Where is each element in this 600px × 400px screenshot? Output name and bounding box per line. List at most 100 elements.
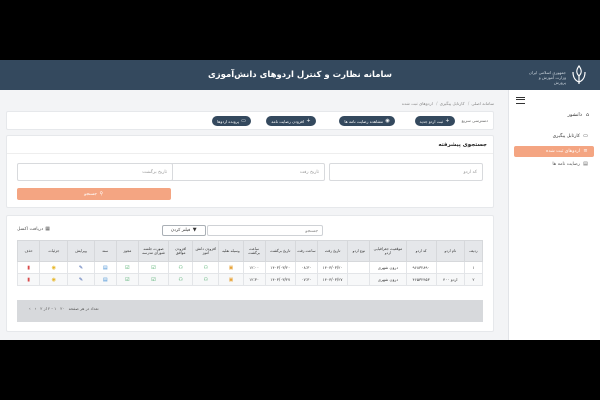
- add-student-cell[interactable]: ⚇: [192, 273, 220, 286]
- add-approver-cell[interactable]: ⚇: [168, 261, 194, 274]
- camp-files-button[interactable]: ▭ پرونده اردوها: [212, 116, 251, 126]
- vehicle-icon[interactable]: ▣: [229, 277, 234, 283]
- permit-cell[interactable]: ☑: [115, 261, 139, 274]
- trash-icon[interactable]: ▮: [27, 265, 30, 271]
- sidebar-item-label: اردوهای ثبت شده: [546, 149, 580, 154]
- folder-icon: ▭: [241, 117, 246, 124]
- camp-code: ۹۶۸۳۲۸۹۰: [405, 261, 437, 274]
- column-header: وسیله نقلیه: [218, 240, 244, 262]
- permit-check-icon[interactable]: ☑: [125, 265, 129, 271]
- add-consent-button[interactable]: + افزودن رضایت نامه: [266, 116, 316, 126]
- return-date: ۱۴۰۳/۰۳/۲۰: [264, 261, 296, 274]
- advanced-search-panel: جستجوی پیشرفته کد اردو تاریخ رفت تاریخ ب…: [6, 135, 494, 208]
- edit-cell[interactable]: ✎: [67, 261, 95, 274]
- rows-per-page-select[interactable]: ۲۰: [60, 306, 64, 311]
- departure-date: ۱۴۰۳/۰۳/۲۷: [316, 273, 349, 286]
- table-row: ۲ اردو ۴۰۰ ۴۶۵۳۲۴۵۳ درون شهری ۱۴۰۳/۰۳/۲۷…: [16, 273, 484, 286]
- edit-cell[interactable]: ✎: [67, 273, 95, 286]
- button-label: جستجو: [84, 191, 97, 197]
- permit-check-icon[interactable]: ☑: [125, 277, 129, 283]
- sidebar-user-label: دانشور: [567, 112, 582, 118]
- camp-code-input[interactable]: کد اردو: [329, 163, 483, 181]
- camp-name: [435, 261, 465, 274]
- document-cell[interactable]: ▤: [93, 273, 117, 286]
- minutes-cell[interactable]: ☑: [137, 261, 170, 274]
- filter-button[interactable]: ▼ فیلتر کردن: [162, 225, 206, 236]
- column-header: جزئیات: [39, 240, 69, 262]
- permit-cell[interactable]: ☑: [115, 273, 139, 286]
- sidebar-user[interactable]: ⌂ دانشور: [568, 112, 590, 118]
- next-page-icon[interactable]: ›: [29, 306, 31, 311]
- delete-cell[interactable]: ▮: [16, 261, 41, 274]
- column-header: نام اردو: [435, 240, 465, 262]
- button-label: ثبت اردو جدید: [419, 118, 443, 124]
- button-label: مشاهده رضایت نامه ها: [344, 118, 383, 124]
- camp-location: درون شهری: [369, 273, 407, 286]
- column-header: افزودن دانش آموز: [192, 240, 220, 262]
- minutes-cell[interactable]: ☑: [137, 273, 170, 286]
- row-number: ۱: [463, 261, 484, 274]
- sidebar: ⌂ دانشور ▭ کارتابل پیگیری ≡ اردوهای ثبت …: [508, 90, 600, 340]
- table-search-input[interactable]: جستجو: [207, 225, 323, 236]
- button-label: دریافت اکسل: [17, 227, 44, 232]
- details-cell[interactable]: ◉: [39, 261, 69, 274]
- trash-icon[interactable]: ▮: [27, 277, 30, 283]
- sidebar-item-consent-forms[interactable]: ▤ رضایت نامه ها: [514, 159, 594, 170]
- pencil-icon[interactable]: ✎: [79, 277, 83, 283]
- details-cell[interactable]: ◉: [39, 273, 69, 286]
- add-approver-icon[interactable]: ⚇: [178, 277, 182, 283]
- eye-icon[interactable]: ◉: [52, 265, 56, 271]
- table-footer: تعداد در هر صفحه ۲۰ ۱ - ۲ از ۲ ‹ ›: [17, 300, 483, 322]
- menu-toggle-icon[interactable]: [516, 97, 525, 104]
- pencil-icon[interactable]: ✎: [79, 265, 83, 271]
- delete-cell[interactable]: ▮: [16, 273, 41, 286]
- return-date-input[interactable]: تاریخ برگشت: [17, 163, 173, 181]
- vehicle-icon[interactable]: ▣: [229, 265, 234, 271]
- camp-type: [347, 261, 371, 274]
- excel-export-button[interactable]: ▦ دریافت اکسل: [17, 226, 51, 233]
- sidebar-item-cartable[interactable]: ▭ کارتابل پیگیری: [514, 131, 594, 142]
- sidebar-item-registered-camps[interactable]: ≡ اردوهای ثبت شده: [514, 146, 594, 157]
- excel-file-icon: ▦: [45, 226, 51, 232]
- new-camp-button[interactable]: + ثبت اردو جدید: [414, 116, 455, 126]
- button-label: فیلتر کردن: [170, 228, 191, 233]
- search-button[interactable]: ⚲ جستجو: [17, 188, 171, 200]
- page-range: ۱ - ۲ از ۲: [40, 306, 57, 311]
- departure-date-input[interactable]: تاریخ رفت: [169, 163, 325, 181]
- minutes-check-icon[interactable]: ☑: [151, 277, 155, 283]
- camps-table: ردیف نام اردو کد اردو موقعیت جغرافیایی ا…: [16, 240, 484, 286]
- add-student-cell[interactable]: ⚇: [192, 261, 220, 274]
- camp-code: ۴۶۵۳۲۴۵۳: [405, 273, 437, 286]
- document-icon[interactable]: ▤: [103, 277, 108, 283]
- prev-page-icon[interactable]: ‹: [35, 306, 37, 311]
- quick-access-label: دسترسی سریع: [461, 118, 489, 123]
- add-student-icon[interactable]: ⚇: [204, 277, 208, 283]
- departure-time: ۰۷:۳۰: [294, 273, 318, 286]
- column-header: صورت جلسه شورای مدرسه: [137, 240, 170, 262]
- minutes-check-icon[interactable]: ☑: [151, 265, 155, 271]
- column-header: ویرایش: [67, 240, 95, 262]
- table-header-row: ردیف نام اردو کد اردو موقعیت جغرافیایی ا…: [16, 240, 484, 262]
- column-header: سند: [93, 240, 117, 262]
- document-icon: ▤: [583, 161, 588, 167]
- app-title: سامانه نظارت و کنترل اردوهای دانش‌آموزی: [207, 70, 393, 80]
- add-approver-cell[interactable]: ⚇: [168, 273, 194, 286]
- eye-icon[interactable]: ◉: [52, 277, 56, 283]
- sidebar-item-label: کارتابل پیگیری: [552, 134, 580, 139]
- column-header: کد اردو: [405, 240, 437, 262]
- view-consents-button[interactable]: ◉ مشاهده رضایت نامه ها: [339, 116, 395, 126]
- eye-icon: ◉: [385, 117, 390, 124]
- breadcrumb-item[interactable]: کارتابل پیگیری: [440, 101, 465, 106]
- add-student-icon[interactable]: ⚇: [204, 265, 208, 271]
- vehicle-cell[interactable]: ▣: [218, 273, 244, 286]
- vehicle-cell[interactable]: ▣: [218, 261, 244, 274]
- column-header: ساعت رفت: [294, 240, 318, 262]
- button-label: پرونده اردوها: [217, 118, 239, 124]
- advanced-search-title: جستجوی پیشرفته: [438, 142, 487, 148]
- add-approver-icon[interactable]: ⚇: [178, 265, 182, 271]
- breadcrumb-item[interactable]: سامانه اصلی: [471, 101, 494, 106]
- column-header: تاریخ رفت: [316, 240, 349, 262]
- document-cell[interactable]: ▤: [93, 261, 117, 274]
- top-bar: سامانه نظارت و کنترل اردوهای دانش‌آموزی …: [0, 60, 600, 90]
- document-icon[interactable]: ▤: [103, 265, 108, 271]
